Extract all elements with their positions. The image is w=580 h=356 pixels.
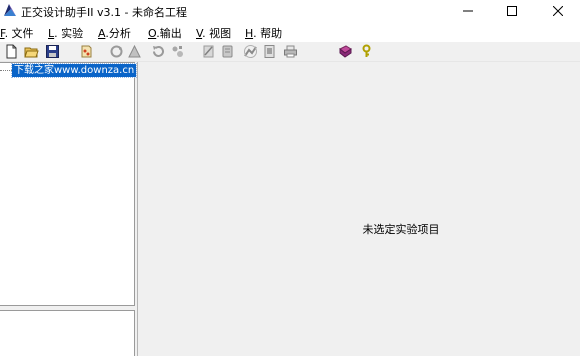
app-icon [3,3,17,17]
menu-analysis[interactable]: A.分析 [98,25,131,41]
main-panel: 未选定实验项目 [137,62,580,356]
chart-icon[interactable] [243,44,258,59]
analysis-tool-icon[interactable] [170,44,185,59]
tree-connector [0,70,12,71]
key-icon[interactable] [359,44,374,59]
maximize-button[interactable] [490,0,534,22]
edit-doc-icon[interactable] [201,44,216,59]
menu-help[interactable]: H. 帮助 [245,25,282,41]
menu-bar: F. 文件 L. 实验 A.分析 O.输出 V. 视图 H. 帮助 [0,22,580,42]
help-book-icon[interactable] [338,44,353,59]
window-title: 正交设计助手II v3.1 - 未命名工程 [21,6,187,19]
new-experiment-icon[interactable] [79,44,94,59]
empty-state-message: 未选定实验项目 [362,223,440,236]
tree-root-node[interactable]: 下载之家www.downza.cn [10,63,138,78]
report-icon[interactable] [262,44,277,59]
close-button[interactable] [536,0,580,22]
new-file-icon[interactable] [4,44,19,59]
recycle-icon[interactable] [109,44,124,59]
menu-file[interactable]: F. 文件 [0,25,34,41]
close-icon [553,6,563,16]
refresh-icon[interactable] [151,44,166,59]
toolbar [0,42,580,62]
title-bar: 正交设计助手II v3.1 - 未命名工程 [0,0,580,22]
menu-experiment[interactable]: L. 实验 [48,25,83,41]
menu-view[interactable]: V. 视图 [196,25,231,41]
menu-output[interactable]: O.输出 [148,25,182,41]
minimize-icon [463,10,473,12]
maximize-icon [507,6,517,16]
minimize-button[interactable] [446,0,490,22]
printer-icon[interactable] [283,44,298,59]
save-icon[interactable] [45,44,60,59]
triangle-icon[interactable] [127,44,142,59]
info-pane [0,310,135,356]
open-folder-icon[interactable] [24,44,39,59]
document-icon[interactable] [220,44,235,59]
project-tree[interactable]: 下载之家www.downza.cn [0,62,138,306]
